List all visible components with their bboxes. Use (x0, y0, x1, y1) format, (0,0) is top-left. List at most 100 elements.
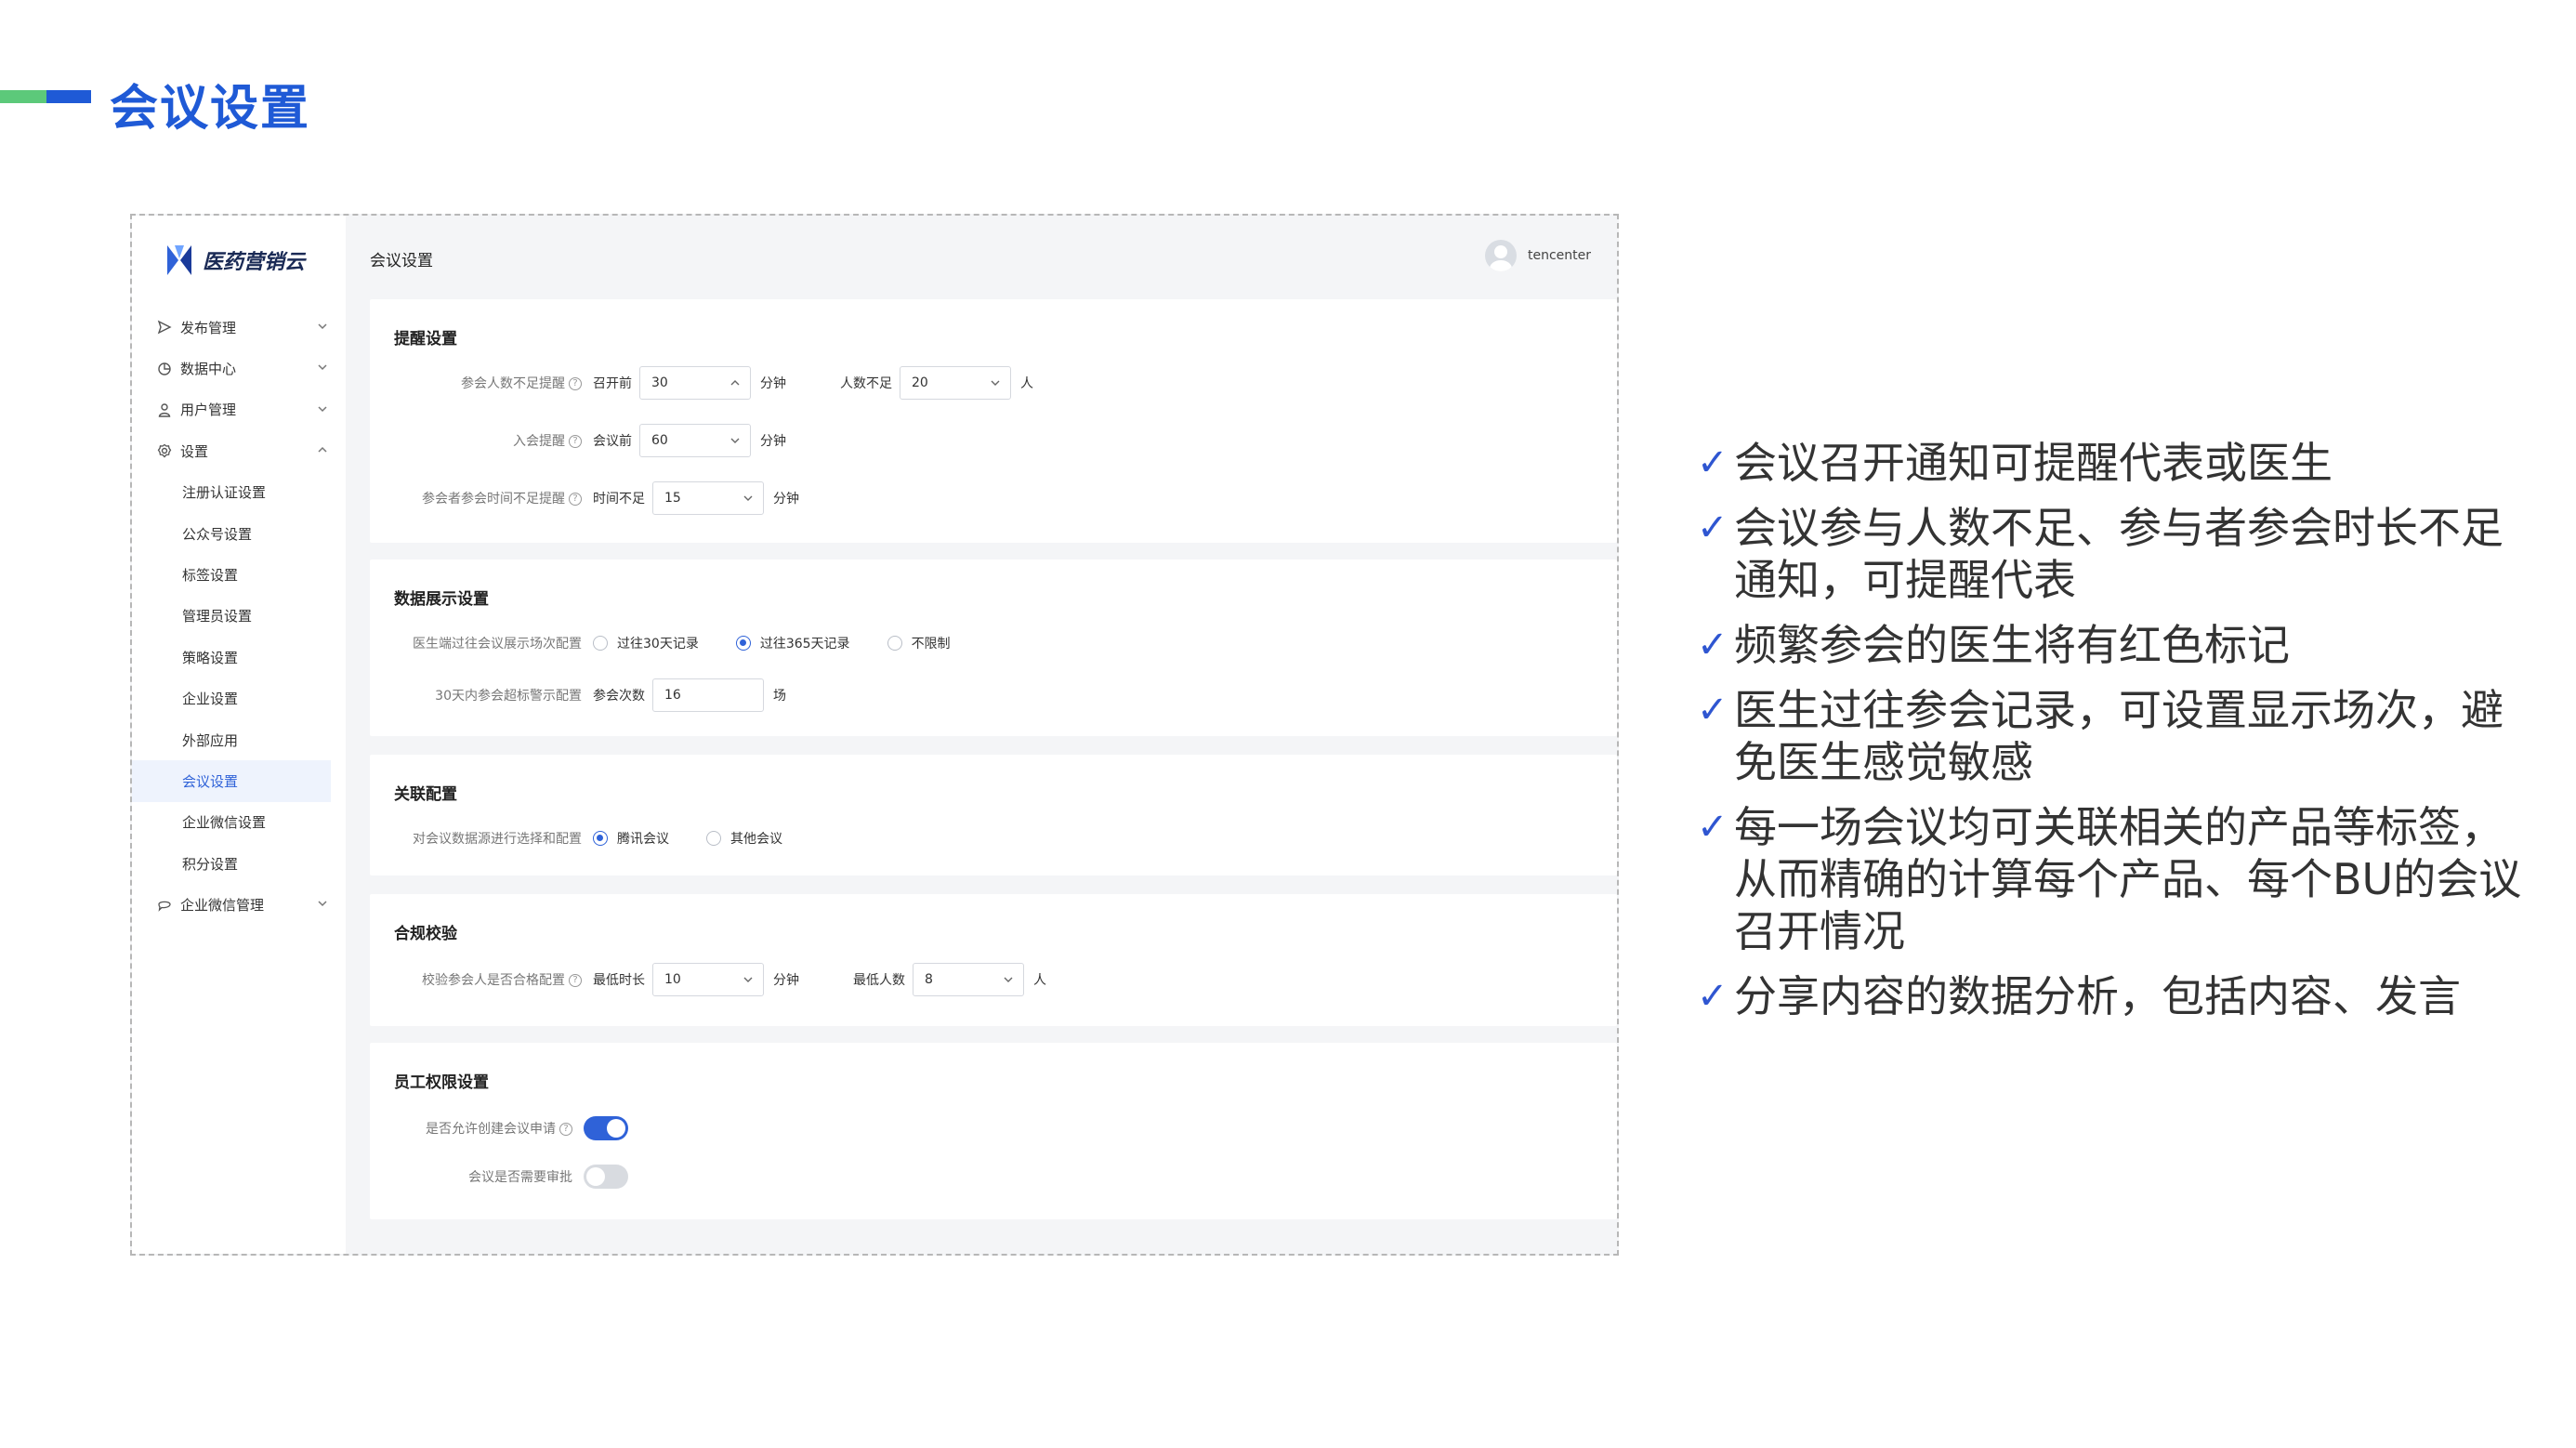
help-icon[interactable]: ? (569, 974, 582, 987)
radio-tencent-meeting[interactable]: 腾讯会议 (593, 829, 669, 848)
select-value: 15 (664, 491, 681, 506)
sidebar-subitem-enterprise[interactable]: 企业设置 (132, 678, 346, 719)
prefix-text: 人数不足 (840, 376, 892, 391)
radio-other-meeting[interactable]: 其他会议 (706, 829, 782, 848)
radio-30-days[interactable]: 过往30天记录 (593, 634, 699, 652)
reminder-row-duration: 参会者参会时间不足提醒? 时间不足 15 分钟 (370, 481, 807, 515)
sidebar-subitem-admins[interactable]: 管理员设置 (132, 596, 346, 637)
avatar (1484, 240, 1517, 271)
min-attendees-select[interactable]: 8 (913, 963, 1024, 996)
chevron-down-icon (991, 380, 1000, 386)
sidebar-subitem-strategy[interactable]: 策略设置 (132, 637, 346, 678)
slide-title: 会议设置 (110, 81, 311, 137)
radio-label: 其他会议 (730, 832, 782, 847)
unit-text: 人 (1033, 973, 1046, 988)
reminder-row-join: 入会提醒? 会议前 60 分钟 (370, 424, 794, 457)
help-icon[interactable]: ? (569, 493, 582, 506)
sidebar-subitem-points[interactable]: 积分设置 (132, 843, 346, 884)
user-icon (156, 401, 173, 418)
permission-row-approval: 会议是否需要审批 (370, 1160, 628, 1193)
feature-item: ✓ 每一场会议均可关联相关的产品等标签，从而精确的计算每个产品、每个BU的会议召开… (1697, 801, 2537, 957)
sidebar-subitem-wecom-settings[interactable]: 企业微信设置 (132, 802, 346, 843)
radio-unlimited[interactable]: 不限制 (887, 634, 951, 652)
permission-card: 员工权限设置 是否允许创建会议申请? 会议是否需要审批 (370, 1043, 1617, 1219)
chevron-down-icon (743, 495, 753, 501)
duration-minutes-select[interactable]: 15 (652, 481, 764, 515)
sidebar-subitem-registration[interactable]: 注册认证设置 (132, 472, 346, 513)
chevron-down-icon (318, 406, 327, 412)
sidebar-item-users[interactable]: 用户管理 (132, 389, 346, 430)
check-icon: ✓ (1697, 689, 1728, 731)
radio-365-days[interactable]: 过往365天记录 (735, 634, 850, 652)
help-icon[interactable]: ? (569, 435, 582, 448)
chevron-up-icon (318, 447, 327, 453)
unit-text: 分钟 (760, 376, 786, 391)
radio-button (706, 831, 721, 846)
user-menu[interactable]: tencenter (1484, 240, 1591, 271)
attendance-count-input[interactable]: 16 (652, 678, 764, 712)
join-minutes-select[interactable]: 60 (639, 424, 751, 457)
sidebar-item-publish[interactable]: 发布管理 (132, 307, 346, 348)
prefix-text: 最低人数 (853, 973, 905, 988)
gear-icon (156, 442, 173, 459)
sidebar-item-label: 用户管理 (180, 401, 237, 419)
sidebar-item-data[interactable]: 数据中心 (132, 348, 346, 388)
feature-text: 医生过往参会记录，可设置显示场次，避免医生感觉敏感 (1734, 685, 2504, 787)
topbar: 会议设置 tencenter (346, 216, 1617, 297)
feature-text: 会议召开通知可提醒代表或医生 (1734, 438, 2333, 488)
select-value: 30 (651, 375, 668, 390)
pie-chart-icon (156, 361, 173, 377)
sidebar-subitem-label: 标签设置 (182, 567, 239, 585)
select-value: 10 (664, 972, 681, 987)
sidebar-subitem-meeting-settings[interactable]: 会议设置 (132, 760, 331, 802)
display-title: 数据展示设置 (394, 590, 489, 609)
logo[interactable]: 医药营销云 (165, 242, 305, 279)
require-approval-toggle[interactable] (584, 1165, 628, 1189)
attendance-minutes-select[interactable]: 30 (639, 366, 751, 400)
sidebar-subitem-tags[interactable]: 标签设置 (132, 554, 346, 595)
radio-label: 过往365天记录 (759, 637, 850, 652)
sidebar-subitem-label: 外部应用 (182, 731, 239, 749)
username: tencenter (1527, 248, 1591, 263)
sidebar-subitem-official-account[interactable]: 公众号设置 (132, 513, 346, 554)
reminder-row-attendance: 参会人数不足提醒? 召开前 30 分钟 人数不足 20 人 (370, 366, 1041, 400)
link-card: 关联配置 对会议数据源进行选择和配置 腾讯会议 其他会议 (370, 755, 1617, 875)
display-row-warning: 30天内参会超标警示配置 参会次数 16 场 (370, 678, 794, 712)
row-label: 参会人数不足提醒 (461, 376, 565, 391)
title-accent-green (0, 90, 46, 103)
sidebar-item-settings[interactable]: 设置 (132, 430, 346, 471)
compliance-title: 合规校验 (394, 925, 457, 943)
min-duration-select[interactable]: 10 (652, 963, 764, 996)
row-label: 医生端过往会议展示场次配置 (413, 637, 582, 652)
display-row-history: 医生端过往会议展示场次配置 过往30天记录 过往365天记录 不限制 (370, 626, 988, 660)
sidebar-subitem-label: 积分设置 (182, 855, 239, 873)
sidebar-subitem-external-apps[interactable]: 外部应用 (132, 719, 346, 760)
feature-text: 会议参与人数不足、参与者参会时长不足通知，可提醒代表 (1734, 503, 2504, 605)
row-label: 参会者参会时间不足提醒 (422, 492, 565, 507)
attendance-count-select[interactable]: 20 (900, 366, 1011, 400)
select-value: 20 (912, 375, 928, 390)
check-icon: ✓ (1697, 975, 1728, 1018)
help-icon[interactable]: ? (569, 377, 582, 390)
logo-text: 医药营销云 (203, 251, 306, 274)
app-screenshot: 医药营销云 发布管理 数据中心 用户管理 设置 注册认证设置 公众号设置 标签设… (130, 214, 1619, 1256)
feature-list: ✓ 会议召开通知可提醒代表或医生 ✓ 会议参与人数不足、参与者参会时长不足通知，可提… (1697, 437, 2537, 1035)
reminder-title: 提醒设置 (394, 330, 457, 349)
feature-text: 分享内容的数据分析，包括内容、发言 (1734, 971, 2461, 1021)
feature-item: ✓ 会议召开通知可提醒代表或医生 (1697, 437, 2537, 489)
prefix-text: 召开前 (593, 376, 632, 391)
main-content: 会议设置 tencenter 提醒设置 参会人数不足提醒? 召开前 30 分钟 … (346, 216, 1617, 1254)
help-icon[interactable]: ? (559, 1123, 572, 1136)
chat-icon (156, 897, 173, 914)
chevron-down-icon (318, 901, 327, 907)
toggle-knob (586, 1167, 605, 1186)
chevron-down-icon (318, 364, 327, 371)
check-icon: ✓ (1697, 806, 1728, 849)
allow-create-toggle[interactable] (584, 1116, 628, 1140)
check-icon: ✓ (1697, 441, 1728, 484)
reminder-card: 提醒设置 参会人数不足提醒? 召开前 30 分钟 人数不足 20 人 入会提醒?… (370, 299, 1617, 543)
unit-text: 场 (773, 689, 786, 704)
sidebar-item-wecom[interactable]: 企业微信管理 (132, 884, 346, 925)
feature-item: ✓ 频繁参会的医生将有红色标记 (1697, 619, 2537, 671)
sidebar-subitem-label: 策略设置 (182, 649, 239, 666)
